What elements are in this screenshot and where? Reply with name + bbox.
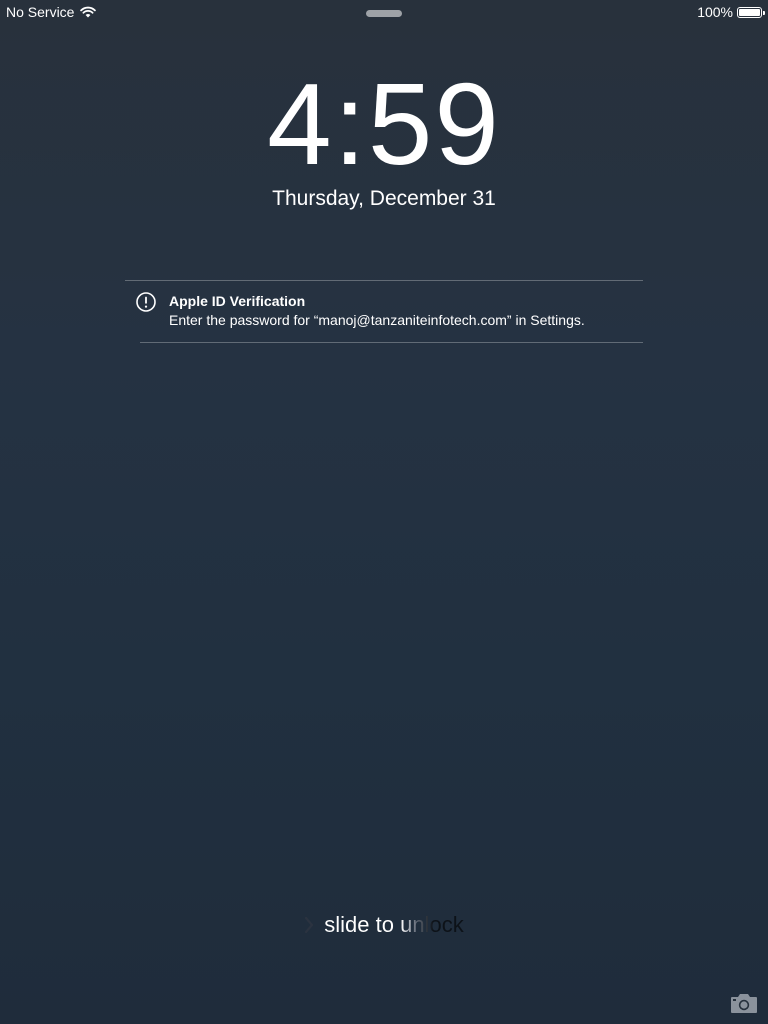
notification-title: Apple ID Verification	[169, 293, 306, 309]
battery-status: 100%	[697, 4, 765, 20]
clock-minutes: 59	[367, 59, 501, 189]
battery-icon	[737, 6, 765, 18]
battery-level-fill	[739, 8, 760, 16]
chevron-right-icon	[305, 916, 314, 934]
notification-divider-top	[125, 280, 643, 281]
notification-center-grabber[interactable]	[366, 10, 402, 17]
alert-icon	[136, 292, 156, 312]
status-bar: No Service 100%	[0, 0, 768, 24]
carrier-label: No Service	[6, 4, 75, 20]
notification-body: Enter the password for “manoj@tanzanitei…	[169, 312, 585, 328]
lock-clock: 4:59	[0, 66, 768, 182]
slide-to-unlock[interactable]: slide to unlock	[0, 912, 768, 941]
wifi-icon	[80, 6, 97, 18]
camera-icon[interactable]	[730, 992, 758, 1014]
clock-hour: 4	[267, 59, 334, 189]
notification-apple-id[interactable]: Apple ID Verification Enter the password…	[125, 282, 643, 342]
clock-separator: :	[333, 59, 368, 189]
carrier-status: No Service	[6, 4, 97, 20]
slide-to-unlock-label: slide to unlock	[324, 912, 464, 937]
battery-percent: 100%	[697, 4, 733, 20]
notification-divider-bottom	[140, 342, 643, 343]
lock-date: Thursday, December 31	[272, 187, 496, 210]
lock-screen: No Service 100% 4:59 Thursday, December …	[0, 0, 768, 1024]
